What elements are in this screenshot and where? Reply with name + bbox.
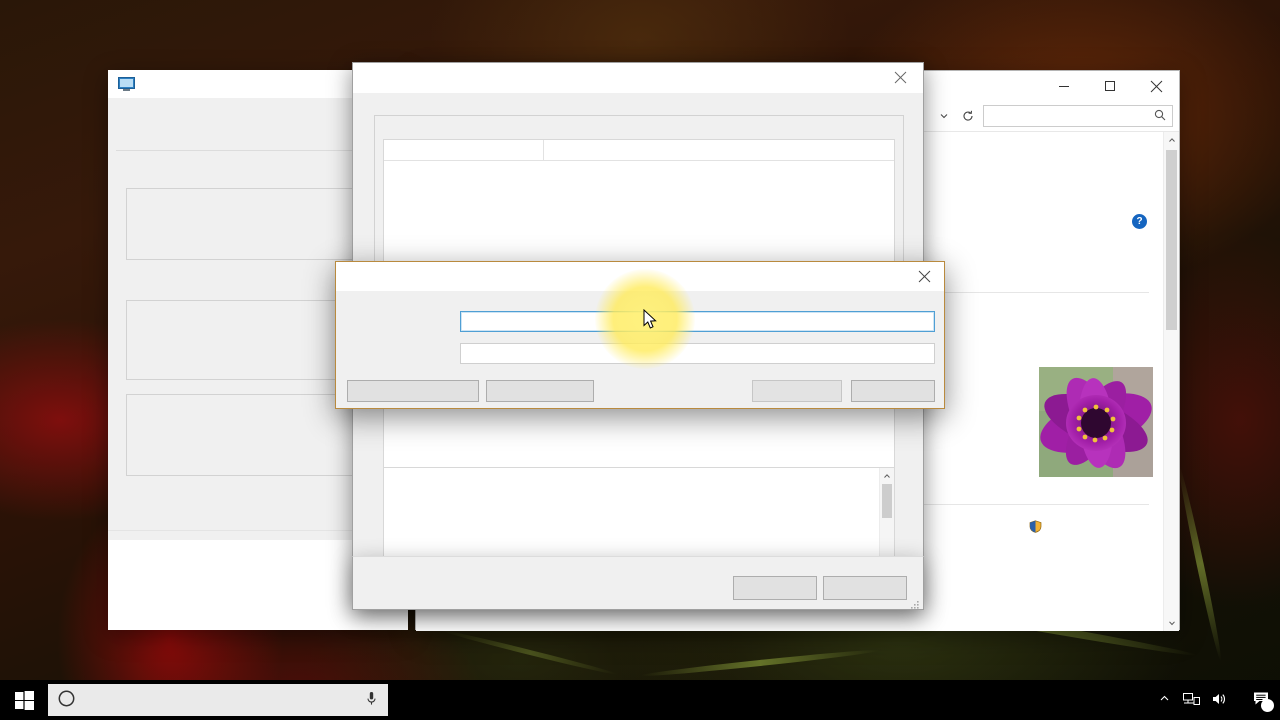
volume-icon[interactable] bbox=[1206, 692, 1233, 709]
new-user-variable-cancel-button[interactable] bbox=[851, 380, 935, 402]
column-header-variable[interactable] bbox=[384, 140, 544, 160]
system-monitor-icon bbox=[118, 77, 135, 92]
user-variables-list[interactable] bbox=[383, 139, 895, 279]
column-header-value[interactable] bbox=[544, 140, 556, 160]
shield-icon bbox=[1029, 520, 1042, 536]
environment-variables-titlebar[interactable] bbox=[353, 63, 923, 93]
refresh-icon[interactable] bbox=[957, 105, 979, 127]
wallpaper-detail bbox=[1176, 465, 1224, 662]
wallpaper-detail bbox=[640, 647, 879, 678]
environment-variables-cancel-button[interactable] bbox=[823, 576, 907, 600]
chevron-up-icon[interactable] bbox=[880, 468, 894, 483]
close-icon[interactable] bbox=[904, 262, 944, 291]
new-user-variable-ok-button[interactable] bbox=[752, 380, 842, 402]
resize-grip[interactable] bbox=[910, 597, 920, 607]
user-variables-list-header[interactable] bbox=[384, 140, 894, 161]
variable-name-input[interactable] bbox=[460, 311, 935, 332]
mouse-cursor bbox=[643, 309, 658, 336]
maximize-icon[interactable] bbox=[1087, 71, 1133, 101]
new-user-variable-titlebar[interactable] bbox=[336, 262, 944, 291]
search-taskbar-input[interactable] bbox=[48, 684, 388, 716]
control-panel-scrollbar[interactable] bbox=[1163, 132, 1179, 631]
chevron-up-icon[interactable] bbox=[1152, 693, 1177, 707]
wallpaper-detail bbox=[442, 628, 618, 676]
change-settings-link[interactable] bbox=[1029, 520, 1045, 536]
browse-directory-button[interactable] bbox=[347, 380, 479, 402]
network-icon[interactable] bbox=[1177, 692, 1206, 709]
environment-variables-footer bbox=[352, 556, 924, 610]
browse-file-button[interactable] bbox=[486, 380, 594, 402]
taskbar[interactable] bbox=[0, 680, 1280, 720]
system-tray[interactable] bbox=[1152, 680, 1280, 720]
microphone-icon[interactable] bbox=[365, 691, 378, 709]
help-icon[interactable]: ? bbox=[1132, 214, 1147, 229]
notification-count-badge bbox=[1261, 699, 1274, 712]
chevron-down-icon[interactable] bbox=[1164, 615, 1179, 631]
variable-value-input[interactable] bbox=[460, 343, 935, 364]
system-variables-rows bbox=[384, 468, 894, 474]
start-button[interactable] bbox=[0, 680, 48, 720]
search-control-panel-input[interactable] bbox=[983, 105, 1173, 127]
close-icon[interactable] bbox=[878, 63, 923, 93]
minimize-icon[interactable] bbox=[1041, 71, 1087, 101]
cortana-circle-icon bbox=[58, 690, 75, 710]
windows-start-icon bbox=[15, 691, 34, 710]
action-center-icon[interactable] bbox=[1249, 691, 1280, 709]
close-icon[interactable] bbox=[1133, 71, 1179, 101]
new-user-variable-dialog[interactable] bbox=[335, 261, 945, 409]
scrollbar-thumb[interactable] bbox=[882, 484, 892, 518]
scrollbar-thumb[interactable] bbox=[1166, 150, 1177, 330]
chevron-down-icon[interactable] bbox=[935, 105, 953, 127]
chevron-up-icon[interactable] bbox=[1164, 132, 1179, 148]
search-icon bbox=[1154, 109, 1166, 124]
windows-edition-image bbox=[1039, 367, 1153, 477]
environment-variables-ok-button[interactable] bbox=[733, 576, 817, 600]
